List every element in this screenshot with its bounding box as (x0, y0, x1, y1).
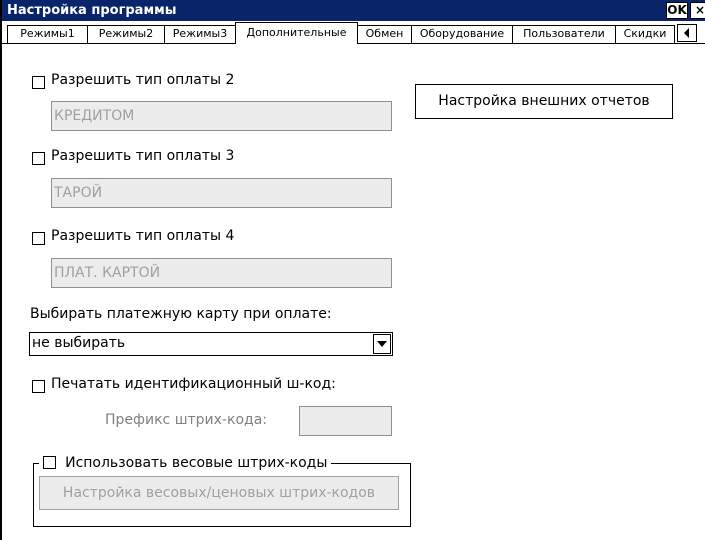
payment3-checkbox[interactable] (32, 152, 45, 165)
payment2-checkbox[interactable] (32, 76, 45, 89)
payment4-name-field[interactable]: ПЛАТ. КАРТОЙ (51, 258, 392, 288)
settings-window: Настройка программы OK × Режимы1 Режимы2… (0, 0, 705, 540)
scroll-left-icon[interactable] (677, 24, 697, 42)
weight-barcodes-header: Использовать весовые штрих-коды (39, 452, 332, 472)
tab-modes2[interactable]: Режимы2 (87, 25, 165, 43)
weight-barcodes-checkbox[interactable] (43, 456, 56, 469)
payment2-name-field[interactable]: КРЕДИТОМ (51, 101, 392, 131)
tab-modes3[interactable]: Режимы3 (164, 25, 236, 43)
card-select-label: Выбирать платежную карту при оплате: (30, 306, 332, 322)
payment4-label: Разрешить тип оплаты 4 (51, 228, 235, 244)
prefix-field[interactable] (299, 406, 392, 436)
tab-additional[interactable]: Дополнительные (235, 22, 358, 44)
window-left-border (0, 0, 2, 540)
payment4-checkbox[interactable] (32, 232, 45, 245)
tab-equipment[interactable]: Оборудование (411, 25, 513, 43)
payment2-label: Разрешить тип оплаты 2 (51, 72, 235, 88)
close-button[interactable]: × (690, 2, 705, 19)
tab-discounts[interactable]: Скидки (615, 25, 675, 43)
title-bar: Настройка программы OK × (2, 0, 705, 21)
print-barcode-label: Печатать идентификационный ш-код: (51, 376, 336, 392)
ok-button[interactable]: OK (666, 2, 688, 19)
tab-exchange[interactable]: Обмен (357, 25, 412, 43)
prefix-label: Префикс штрих-кода: (105, 412, 267, 428)
window-title: Настройка программы (7, 3, 177, 18)
payment3-name-field[interactable]: ТАРОЙ (51, 178, 392, 208)
tab-users[interactable]: Пользователи (512, 25, 616, 43)
tab-modes1[interactable]: Режимы1 (7, 25, 88, 43)
weight-barcodes-settings-button[interactable]: Настройка весовых/ценовых штрих-кодов (39, 476, 399, 510)
chevron-down-icon[interactable] (373, 334, 391, 354)
weight-barcodes-label: Использовать весовые штрих-коды (65, 455, 328, 471)
print-barcode-checkbox[interactable] (32, 380, 45, 393)
payment3-label: Разрешить тип оплаты 3 (51, 148, 235, 164)
card-select-dropdown[interactable]: не выбирать (29, 332, 393, 356)
external-reports-button[interactable]: Настройка внешних отчетов (415, 84, 673, 119)
card-select-value: не выбирать (32, 335, 126, 351)
